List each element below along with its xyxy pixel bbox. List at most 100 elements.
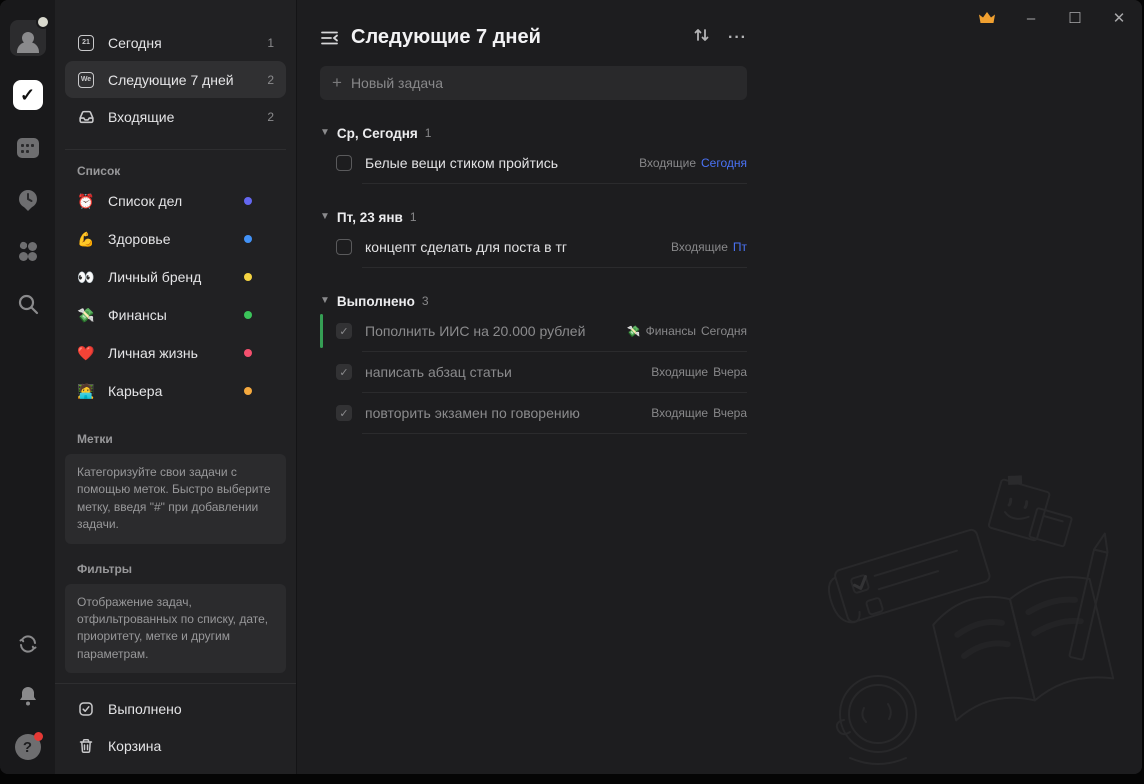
- list-color-dot: [244, 349, 252, 357]
- task-checkbox[interactable]: [336, 239, 352, 255]
- task-row[interactable]: ✓ написать абзац статьи Входящие Вчера: [320, 352, 747, 392]
- tags-section-header: Метки: [77, 432, 113, 446]
- list-color-dot: [244, 387, 252, 395]
- chevron-down-icon: ▼: [320, 294, 330, 306]
- task-row[interactable]: ✓ Пополнить ИИС на 20.000 рублей 💸 Финан…: [320, 311, 747, 351]
- background-doodle: [827, 475, 1115, 765]
- row-divider: [362, 433, 747, 434]
- task-checkbox-checked[interactable]: ✓: [336, 405, 352, 421]
- chevron-down-icon: ▼: [320, 210, 330, 222]
- task-row[interactable]: Белые вещи стиком пройтись Входящие Сего…: [320, 143, 747, 183]
- sidebar-list-finance[interactable]: 💸 Финансы: [65, 296, 286, 334]
- chevron-down-icon: ▼: [320, 126, 330, 138]
- sidebar-list-health[interactable]: 💪 Здоровье: [65, 220, 286, 258]
- pomodoro-clock-icon[interactable]: [14, 186, 42, 214]
- collapse-sidebar-icon[interactable]: [320, 30, 339, 46]
- nav-count: 2: [267, 72, 274, 87]
- row-divider: [362, 267, 747, 268]
- calendar-icon[interactable]: [14, 134, 42, 162]
- habit-grid-icon[interactable]: [14, 238, 42, 266]
- list-color-dot: [244, 273, 252, 281]
- avatar-premium-badge: [35, 15, 50, 29]
- nav-count: 2: [267, 109, 274, 124]
- filters-section-header: Фильтры: [77, 561, 133, 576]
- row-divider: [362, 183, 747, 184]
- window-controls: – ☐ ✕: [970, 4, 1136, 32]
- task-date: Сегодня: [701, 156, 747, 170]
- sidebar-item-inbox[interactable]: Входящие 2: [65, 98, 286, 135]
- task-list-name: Входящие: [670, 240, 728, 254]
- sidebar-item-completed[interactable]: Выполнено: [65, 690, 286, 727]
- sidebar-list-brand[interactable]: 👀 Личный бренд: [65, 258, 286, 296]
- tasks-icon[interactable]: ✓: [12, 80, 43, 110]
- task-checkbox-checked[interactable]: ✓: [336, 364, 352, 380]
- group-header-wednesday[interactable]: ▼ Ср, Сегодня 1: [320, 123, 747, 143]
- premium-crown-icon[interactable]: [970, 4, 1004, 32]
- group-header-friday[interactable]: ▼ Пт, 23 янв 1: [320, 207, 747, 227]
- app-window: ✓ ? 21 Сегодня 1 We Следующие 7 дней 2 В…: [0, 0, 1142, 774]
- tags-hint-card: Категоризуйте свои задачи с помощью мето…: [65, 454, 286, 544]
- check-square-icon: [77, 701, 95, 717]
- task-date: Пт: [732, 240, 747, 254]
- notifications-bell-icon[interactable]: [14, 682, 42, 710]
- sidebar-list-personal[interactable]: ❤️ Личная жизнь: [65, 334, 286, 372]
- task-checkbox-checked[interactable]: ✓: [336, 323, 352, 339]
- nav-label: Сегодня: [108, 34, 162, 51]
- alarm-clock-emoji: ⏰: [77, 192, 95, 209]
- sidebar-footer: Выполнено Корзина: [55, 683, 296, 774]
- nav-label: Следующие 7 дней: [108, 71, 234, 88]
- task-row[interactable]: ✓ повторить экзамен по говорению Входящи…: [320, 393, 747, 433]
- user-avatar[interactable]: [9, 15, 50, 56]
- new-task-placeholder: Новый задача: [350, 75, 443, 91]
- help-icon[interactable]: ?: [14, 732, 43, 760]
- task-date: Вчера: [713, 365, 747, 379]
- avatar-body: [16, 42, 39, 53]
- minimize-button[interactable]: –: [1014, 4, 1048, 32]
- technologist-emoji: 🧑‍💻: [77, 382, 95, 399]
- filters-hint-card: Отображение задач, отфильтрованных по сп…: [65, 583, 286, 674]
- main-panel: – ☐ ✕ Следующие 7 дней ··· + Новый задач…: [298, 0, 1142, 774]
- group-header-completed[interactable]: ▼ Выполнено 3: [320, 291, 747, 311]
- biceps-emoji: 💪: [77, 230, 95, 247]
- sidebar-list-career[interactable]: 🧑‍💻 Карьера: [65, 372, 286, 410]
- task-row[interactable]: концепт сделать для поста в тг Входящие …: [320, 227, 747, 267]
- today-calendar-icon: 21: [77, 34, 95, 51]
- sidebar-list-todo[interactable]: ⏰ Список дел: [65, 182, 286, 220]
- list-color-dot: [244, 197, 252, 205]
- sidebar-item-today[interactable]: 21 Сегодня 1: [65, 24, 286, 61]
- task-checkbox[interactable]: [336, 155, 352, 171]
- list-color-bar: [320, 314, 323, 348]
- task-date: Вчера: [713, 406, 747, 420]
- list-color-dot: [244, 311, 252, 319]
- money-wings-emoji: 💸: [626, 325, 641, 338]
- page-title: Следующие 7 дней: [351, 26, 541, 48]
- main-header: Следующие 7 дней ···: [320, 26, 747, 49]
- task-list-name: Входящие: [651, 406, 709, 420]
- task-list-name: Финансы: [645, 324, 696, 338]
- lists-section-header: Список: [77, 164, 121, 178]
- new-task-input[interactable]: + Новый задача: [320, 66, 747, 100]
- money-wings-emoji: 💸: [77, 306, 95, 323]
- nav-count: 1: [267, 35, 274, 50]
- list-color-dot: [244, 235, 252, 243]
- close-button[interactable]: ✕: [1102, 4, 1136, 32]
- plus-icon: +: [332, 73, 342, 92]
- trash-icon: [77, 738, 95, 754]
- sidebar: 21 Сегодня 1 We Следующие 7 дней 2 Входя…: [55, 0, 297, 774]
- maximize-button[interactable]: ☐: [1058, 4, 1092, 32]
- sidebar-item-next7days[interactable]: We Следующие 7 дней 2: [65, 61, 286, 98]
- sync-icon[interactable]: [14, 630, 42, 658]
- heart-emoji: ❤️: [77, 344, 95, 361]
- week-calendar-icon: We: [77, 71, 95, 88]
- task-date: Сегодня: [701, 324, 747, 338]
- sort-icon[interactable]: [693, 27, 710, 48]
- sidebar-divider: [65, 149, 286, 150]
- task-list-name: Входящие: [651, 365, 709, 379]
- task-list-content: Следующие 7 дней ··· + Новый задача ▼ Ср…: [320, 0, 747, 434]
- icon-rail: ✓ ?: [0, 0, 55, 774]
- eyes-emoji: 👀: [77, 268, 95, 285]
- search-icon[interactable]: [14, 290, 42, 318]
- help-glyph: ?: [22, 738, 33, 756]
- more-options-icon[interactable]: ···: [728, 29, 747, 47]
- sidebar-item-trash[interactable]: Корзина: [65, 727, 286, 764]
